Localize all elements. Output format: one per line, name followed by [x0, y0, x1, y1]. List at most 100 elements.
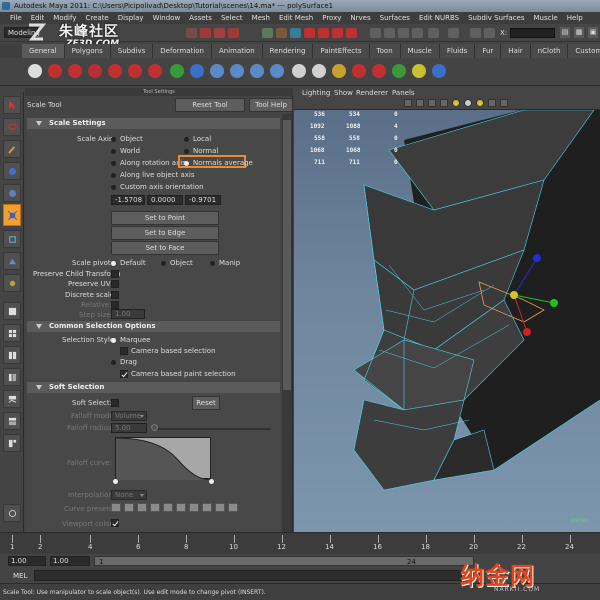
axis-normal-radio[interactable]: [184, 149, 189, 154]
shelf-tab-rendering[interactable]: Rendering: [262, 44, 314, 58]
shelf-skin-icon[interactable]: [432, 64, 446, 78]
falloff-radius-field[interactable]: 5.00: [111, 423, 147, 433]
scale-settings-header[interactable]: Scale Settings: [27, 118, 280, 129]
xray-icon[interactable]: [488, 99, 496, 107]
curve-preset-9[interactable]: [215, 503, 225, 512]
falloff-mode-dropdown[interactable]: Volume: [111, 411, 147, 421]
pivot-manip-radio[interactable]: [210, 261, 215, 266]
numeric-input-field[interactable]: [510, 28, 555, 38]
range-start-field[interactable]: 1.00: [8, 556, 46, 566]
soft-selection-header[interactable]: Soft Selection: [27, 382, 280, 393]
shelf-lattice-icon[interactable]: [332, 64, 346, 78]
history-toggle-icon[interactable]: [370, 28, 381, 38]
pivot-object-radio[interactable]: [161, 261, 166, 266]
magnet-plane-icon[interactable]: [346, 28, 357, 38]
shelf-blue-cylinder-icon[interactable]: [230, 64, 244, 78]
viewport-menu-show[interactable]: Show: [334, 89, 353, 97]
manipulator-tool-button[interactable]: [3, 230, 21, 248]
relative-checkbox[interactable]: [111, 301, 119, 309]
menu-select[interactable]: Select: [221, 12, 243, 24]
menu-window[interactable]: Window: [153, 12, 181, 24]
layout-side-button[interactable]: [3, 346, 21, 364]
menu-edit-nurbs[interactable]: Edit NURBS: [419, 12, 459, 24]
shelf-camera-icon[interactable]: [312, 64, 326, 78]
shelf-blue-plane-icon[interactable]: [270, 64, 284, 78]
menu-surfaces[interactable]: Surfaces: [380, 12, 410, 24]
shelf-tab-deformation[interactable]: Deformation: [153, 44, 212, 58]
axis-custom-radio[interactable]: [111, 185, 116, 190]
custom-axis-z-field[interactable]: -0.9701: [185, 195, 221, 205]
shelf-cluster-icon[interactable]: [372, 64, 386, 78]
interpolation-dropdown[interactable]: None: [111, 490, 147, 500]
shelf-tab-custom[interactable]: Custom: [568, 44, 600, 58]
render-icon[interactable]: [186, 28, 197, 38]
ipr-icon[interactable]: [290, 28, 301, 38]
curve-preset-3[interactable]: [137, 503, 147, 512]
shelf-red-torus-icon[interactable]: [148, 64, 162, 78]
shelf-red-cube-icon[interactable]: [68, 64, 82, 78]
falloff-curve-graph[interactable]: [115, 437, 213, 481]
shelf-green-arrow-icon[interactable]: [170, 64, 184, 78]
select-tool-button[interactable]: [3, 96, 21, 114]
all-lights-icon[interactable]: [464, 99, 472, 107]
shelf-blue-cone-icon[interactable]: [250, 64, 264, 78]
set-to-edge-button[interactable]: Set to Edge: [111, 226, 219, 240]
shelf-red-cone-icon[interactable]: [108, 64, 122, 78]
shelf-tab-ncloth[interactable]: nCloth: [530, 44, 569, 58]
snap-curve-icon[interactable]: [214, 28, 225, 38]
shelf-deformer-icon[interactable]: [352, 64, 366, 78]
magnet-curve-icon[interactable]: [318, 28, 329, 38]
magnet-icon[interactable]: [304, 28, 315, 38]
shelf-red-sphere-icon[interactable]: [48, 64, 62, 78]
time-slider[interactable]: 1 2 4 6 8 10 12 14 16 18 20 22 24: [0, 532, 600, 554]
shelf-tab-muscle[interactable]: Muscle: [400, 44, 440, 58]
settings-scrollbar[interactable]: [282, 114, 292, 532]
shelf-red-cylinder-icon[interactable]: [88, 64, 102, 78]
shelf-tab-toon[interactable]: Toon: [369, 44, 401, 58]
collapse-toolbox-button[interactable]: [3, 504, 21, 522]
layout-single-button[interactable]: [3, 302, 21, 320]
settings-scroll-thumb[interactable]: [283, 120, 291, 390]
pivot-default-radio[interactable]: [111, 261, 116, 266]
shelf-blue-sphere-icon[interactable]: [190, 64, 204, 78]
curve-preset-5[interactable]: [163, 503, 173, 512]
tool-settings-icon[interactable]: ▣: [588, 27, 598, 38]
curve-preset-6[interactable]: [176, 503, 186, 512]
tool-help-button[interactable]: Tool Help: [249, 98, 293, 112]
falloff-radius-slider[interactable]: [151, 428, 271, 430]
sidebar-toggle-icon[interactable]: [484, 28, 495, 38]
axis-object-radio[interactable]: [111, 137, 116, 142]
shelf-film-icon[interactable]: [28, 64, 42, 78]
render-view-icon[interactable]: [384, 28, 395, 38]
snap-point-icon[interactable]: [228, 28, 239, 38]
custom-axis-y-field[interactable]: 0.0000: [147, 195, 183, 205]
layout-four-button[interactable]: [3, 324, 21, 342]
axis-rotation-radio[interactable]: [111, 161, 116, 166]
scale-tool-button[interactable]: [3, 204, 21, 226]
menu-proxy[interactable]: Proxy: [322, 12, 341, 24]
textured-icon[interactable]: [428, 99, 436, 107]
curve-preset-10[interactable]: [228, 503, 238, 512]
common-selection-header[interactable]: Common Selection Options: [27, 321, 280, 332]
menu-nrves[interactable]: Nrves: [350, 12, 370, 24]
rotate-tool-button[interactable]: [3, 184, 21, 202]
drag-radio[interactable]: [111, 360, 116, 365]
smooth-shade-icon[interactable]: [416, 99, 424, 107]
viewport-color-checkbox[interactable]: [111, 519, 119, 527]
menu-help[interactable]: Help: [567, 12, 583, 24]
curve-preset-7[interactable]: [189, 503, 199, 512]
hypershade-icon[interactable]: [412, 28, 423, 38]
soft-select-checkbox[interactable]: [111, 399, 119, 407]
lights-icon[interactable]: [440, 99, 448, 107]
camera-paint-checkbox[interactable]: [120, 370, 128, 378]
shelf-tab-polygons[interactable]: Polygons: [64, 44, 111, 58]
viewport-menu-lighting[interactable]: Lighting: [302, 89, 330, 97]
shelf-light-icon[interactable]: [292, 64, 306, 78]
layout-extra-button[interactable]: [3, 434, 21, 452]
falloff-radius-knob[interactable]: [151, 424, 158, 431]
preserve-child-checkbox[interactable]: [111, 270, 119, 278]
history-icon[interactable]: [262, 28, 273, 38]
shelf-tab-subdivs[interactable]: Subdivs: [110, 44, 154, 58]
move-tool-button[interactable]: [3, 162, 21, 180]
curve-preset-1[interactable]: [111, 503, 121, 512]
